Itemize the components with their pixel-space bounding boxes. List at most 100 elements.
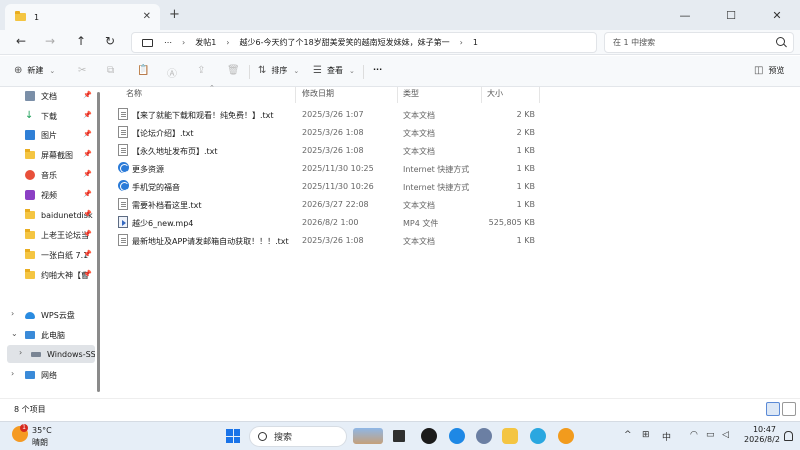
sort-button[interactable]: ⇅ 排序 ⌄ xyxy=(258,65,299,76)
tiles-view-icon[interactable] xyxy=(782,402,796,416)
column-divider[interactable] xyxy=(539,87,540,103)
column-divider[interactable] xyxy=(481,87,482,103)
file-row[interactable]: 越少6_new.mp4 2026/8/2 1:00 MP4 文件 525,805 KB xyxy=(105,213,555,231)
clock[interactable]: 10:47 2026/8/2 xyxy=(744,425,780,445)
pin-icon[interactable]: 📌 xyxy=(83,190,92,198)
pin-icon[interactable]: 📌 xyxy=(83,270,92,278)
browser-icon[interactable] xyxy=(449,428,465,444)
paste-icon[interactable]: 📋 xyxy=(137,65,149,76)
start-button[interactable] xyxy=(226,429,240,443)
task-view-icon[interactable] xyxy=(393,430,405,442)
taskbar-search[interactable]: 搜索 xyxy=(249,426,347,447)
nav-item-screenshots[interactable]: 屏幕截图 📌 xyxy=(7,146,95,164)
notification-bell-icon[interactable] xyxy=(784,431,793,441)
volume-icon[interactable]: ◁ xyxy=(722,430,729,440)
column-header-size[interactable]: 大小 xyxy=(487,88,503,102)
sort-ascending-icon: ⌃ xyxy=(209,84,215,92)
nav-item-folder[interactable]: 上老王论坛当 📌 xyxy=(7,226,95,244)
chevron-right-icon[interactable]: › xyxy=(19,348,22,357)
edge-icon[interactable] xyxy=(530,428,546,444)
pin-icon[interactable]: 📌 xyxy=(83,170,92,178)
close-window-button[interactable]: ✕ xyxy=(754,0,800,30)
nav-item-pictures[interactable]: 图片 📌 xyxy=(7,126,95,144)
breadcrumb-item[interactable]: 发帖1 xyxy=(195,37,216,48)
pin-icon[interactable]: 📌 xyxy=(83,130,92,138)
details-view-icon[interactable] xyxy=(766,402,780,416)
nav-item-network[interactable]: › 网络 xyxy=(7,366,95,384)
app-icon[interactable] xyxy=(476,428,492,444)
close-tab-icon[interactable]: ✕ xyxy=(143,11,151,22)
view-button[interactable]: ☰ 查看 ⌄ xyxy=(313,65,355,76)
qq-icon[interactable] xyxy=(421,428,437,444)
delete-icon[interactable]: 🗑 xyxy=(227,65,240,76)
pin-icon[interactable]: 📌 xyxy=(83,250,92,258)
nav-item-downloads[interactable]: ↓ 下载 📌 xyxy=(7,107,95,125)
new-button[interactable]: ⊕ 新建 ⌄ xyxy=(14,65,55,76)
file-row[interactable]: 最新地址及APP请发邮箱自动获取！！！.txt 2025/3/26 1:08 文本文… xyxy=(105,231,555,249)
cut-icon[interactable]: ✂ xyxy=(78,65,86,76)
column-header-type[interactable]: 类型 xyxy=(403,88,419,102)
folder-icon xyxy=(25,269,35,279)
pictures-icon xyxy=(25,130,35,140)
tab-1[interactable]: 1 ✕ xyxy=(5,4,160,30)
nav-item-wps-cloud[interactable]: › WPS云盘 xyxy=(7,306,95,324)
ime-language-icon[interactable]: 中 xyxy=(662,430,671,443)
file-row[interactable]: 【永久地址发布页】.txt 2025/3/26 1:08 文本文档 1 KB xyxy=(105,141,555,159)
file-explorer-icon[interactable] xyxy=(502,428,518,444)
pin-icon[interactable]: 📌 xyxy=(83,210,92,218)
more-options-button[interactable]: ··· xyxy=(373,65,382,74)
nav-item-drive[interactable]: › Windows-SSD xyxy=(7,345,95,363)
file-row[interactable]: 【论坛介绍】.txt 2025/3/26 1:08 文本文档 2 KB xyxy=(105,123,555,141)
chevron-down-icon[interactable]: ⌄ xyxy=(11,329,18,338)
file-row[interactable]: 【来了就能下载和观看！纯免费！】.txt 2025/3/26 1:07 文本文档 2 … xyxy=(105,105,555,123)
file-name: 【来了就能下载和观看！纯免费！】.txt xyxy=(132,111,274,120)
column-header-name[interactable]: 名称 xyxy=(126,88,142,102)
nav-item-documents[interactable]: 文档 📌 xyxy=(7,87,95,105)
column-header-date[interactable]: 修改日期 xyxy=(302,88,334,102)
scrollbar-thumb[interactable] xyxy=(97,92,100,392)
column-divider[interactable] xyxy=(397,87,398,103)
computer-icon xyxy=(25,331,35,339)
pin-icon[interactable]: 📌 xyxy=(83,111,92,119)
copy-icon[interactable]: ⧉ xyxy=(107,65,114,76)
search-input[interactable]: 在 1 中搜索 xyxy=(604,32,794,53)
file-list: 名称 ⌃ 修改日期 类型 大小 【来了就能下载和观看！纯免费！】.txt 2025… xyxy=(105,84,800,398)
nav-item-videos[interactable]: 视频 📌 xyxy=(7,186,95,204)
wifi-icon[interactable]: ◠ xyxy=(690,430,698,440)
column-divider[interactable] xyxy=(295,87,296,103)
chevron-right-icon[interactable]: › xyxy=(11,309,14,318)
breadcrumb-item[interactable]: 越少6-今天约了个18岁甜美爱笑的越南短发妹妹，妹子第一 xyxy=(240,37,450,48)
nav-item-music[interactable]: 音乐 📌 xyxy=(7,166,95,184)
new-tab-button[interactable]: + xyxy=(169,7,180,22)
file-row[interactable]: 需要补档看这里.txt 2026/3/27 22:08 文本文档 1 KB xyxy=(105,195,555,213)
ime-mode-icon[interactable]: ⊞ xyxy=(642,430,650,440)
share-icon[interactable]: ⇪ xyxy=(197,65,205,76)
up-icon[interactable]: ↑ xyxy=(76,34,86,48)
back-icon[interactable]: ← xyxy=(16,34,26,48)
show-hidden-icons[interactable]: ^ xyxy=(624,430,632,440)
rename-icon[interactable]: Ⓐ xyxy=(167,65,177,80)
nav-item-folder[interactable]: 一张白纸 7.1⁨ 📌 xyxy=(7,246,95,264)
preview-button[interactable]: ◫ 预览 xyxy=(754,65,784,76)
breadcrumb-item[interactable]: 1 xyxy=(473,38,478,47)
forward-icon[interactable]: → xyxy=(45,34,55,48)
media-player-icon[interactable] xyxy=(558,428,574,444)
chevron-right-icon[interactable]: › xyxy=(11,369,14,378)
address-bar[interactable]: ⋯ › 发帖1 › 越少6-今天约了个18岁甜美爱笑的越南短发妹妹，妹子第一 ›… xyxy=(131,32,597,53)
battery-icon[interactable]: ▭ xyxy=(706,430,715,440)
nav-item-this-pc[interactable]: ⌄ 此电脑 xyxy=(7,326,95,344)
pin-icon[interactable]: 📌 xyxy=(83,150,92,158)
minimize-button[interactable]: — xyxy=(662,0,708,30)
file-row[interactable]: 手机党的福音 2025/11/30 10:26 Internet 快捷方式 1 KB xyxy=(105,177,555,195)
more-crumbs-button[interactable]: ⋯ xyxy=(164,38,172,47)
file-row[interactable]: 更多资源 2025/11/30 10:25 Internet 快捷方式 1 KB xyxy=(105,159,555,177)
nav-item-baidunetdisk[interactable]: baidunetdisk 📌 xyxy=(7,206,95,224)
nav-item-folder[interactable]: 约啪大神【曹 📌 xyxy=(7,266,95,284)
news-thumbnail-icon[interactable] xyxy=(353,428,383,444)
weather-widget[interactable]: 1 35°C 晴朗 xyxy=(12,424,52,447)
pin-icon[interactable]: 📌 xyxy=(83,230,92,238)
nav-scrollbar[interactable] xyxy=(95,90,102,395)
pin-icon[interactable]: 📌 xyxy=(83,91,92,99)
refresh-icon[interactable]: ↻ xyxy=(105,34,115,48)
maximize-button[interactable]: ☐ xyxy=(708,0,754,30)
